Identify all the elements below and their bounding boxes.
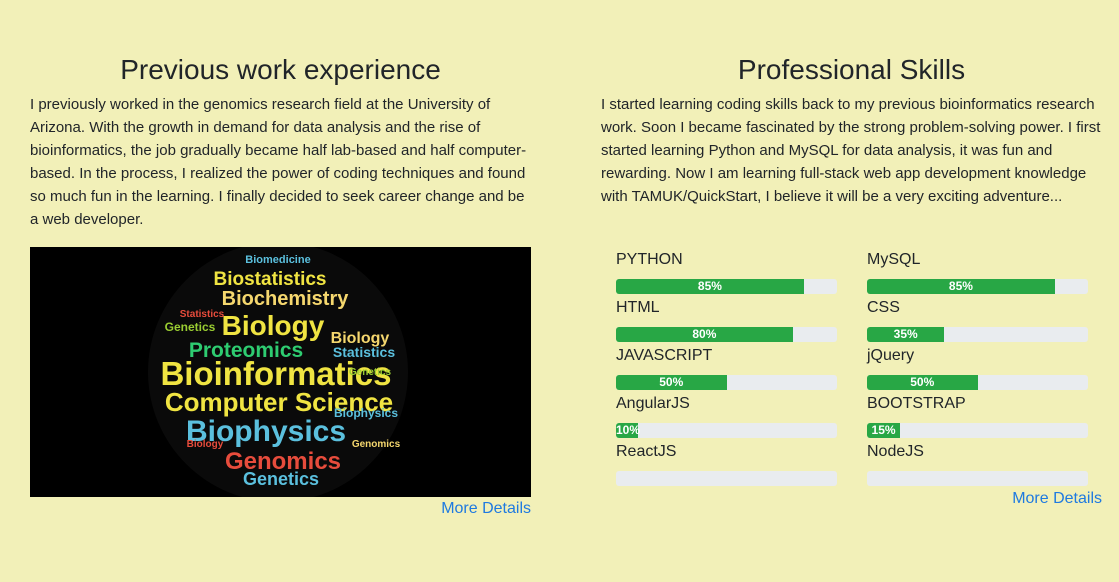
skill-name: ReactJS — [616, 443, 677, 460]
cloud-word: Biology — [187, 439, 224, 450]
skill-progress-bar: 80% — [616, 327, 837, 342]
skills-title: Professional Skills — [737, 54, 966, 85]
skill-name: jQuery — [867, 347, 915, 364]
skill-item: CSS 35% — [867, 298, 1088, 342]
skill-progress-fill: 80% — [616, 327, 793, 342]
skill-progress-bar: 50% — [867, 375, 1088, 390]
work-experience-description: I previously worked in the genomics rese… — [30, 96, 527, 228]
skill-item: HTML 80% — [616, 298, 837, 342]
skill-item: AngularJS 10% — [616, 394, 837, 438]
cloud-word: Biochemistry — [222, 288, 350, 310]
work-experience-title: Previous work experience — [120, 54, 441, 85]
skill-name: AngularJS — [616, 395, 690, 412]
skill-progress-bar: 10% — [616, 423, 837, 438]
skill-progress-bar: 85% — [616, 279, 837, 294]
skill-name: JAVASCRIPT — [616, 347, 713, 364]
skill-item: PYTHON 85% — [616, 250, 837, 294]
skill-item: ReactJS — [616, 442, 837, 486]
work-more-details-link[interactable]: More Details — [441, 500, 531, 518]
skills-more-details-link[interactable]: More Details — [1012, 490, 1102, 508]
skill-progress-fill: 50% — [867, 375, 978, 390]
skill-progress-bar: 50% — [616, 375, 837, 390]
skill-progress-fill: 85% — [616, 279, 804, 294]
skill-name: HTML — [616, 299, 660, 316]
cloud-word: Genetics — [243, 469, 319, 489]
skill-name: MySQL — [867, 251, 921, 268]
skill-progress-bar: 35% — [867, 327, 1088, 342]
skill-progress-fill: 35% — [867, 327, 945, 342]
skill-item: jQuery 50% — [867, 346, 1088, 390]
skill-name: PYTHON — [616, 251, 683, 268]
skill-item: NodeJS — [867, 442, 1088, 486]
skill-progress-bar: 85% — [867, 279, 1088, 294]
skill-progress-fill: 85% — [867, 279, 1055, 294]
word-cloud-image: Biomedicine Biostatistics Biochemistry G… — [30, 247, 531, 497]
skill-progress-bar — [867, 471, 1088, 486]
cloud-word: Biology — [222, 310, 325, 341]
skill-progress-bar: 15% — [867, 423, 1088, 438]
skill-item: BOOTSTRAP 15% — [867, 394, 1088, 438]
cloud-word: Biomedicine — [245, 254, 310, 266]
skill-progress-fill: 15% — [867, 423, 901, 438]
cloud-word: Statistics — [180, 309, 225, 320]
skills-description: I started learning coding skills back to… — [601, 96, 1101, 205]
skill-name: NodeJS — [867, 443, 924, 460]
skill-name: BOOTSTRAP — [867, 395, 966, 412]
skill-progress-fill: 50% — [616, 375, 727, 390]
skill-item: MySQL 85% — [867, 250, 1088, 294]
skill-item: JAVASCRIPT 50% — [616, 346, 837, 390]
cloud-word: Genetics — [349, 367, 392, 378]
skill-name: CSS — [867, 299, 900, 316]
skill-progress-bar — [616, 471, 837, 486]
cloud-word: Genomics — [352, 439, 401, 450]
cloud-word: Biostatistics — [214, 269, 327, 290]
skill-progress-fill: 10% — [616, 423, 641, 438]
word-cloud-graphic: Biomedicine Biostatistics Biochemistry G… — [148, 247, 408, 497]
cloud-word: Genetics — [165, 320, 216, 334]
